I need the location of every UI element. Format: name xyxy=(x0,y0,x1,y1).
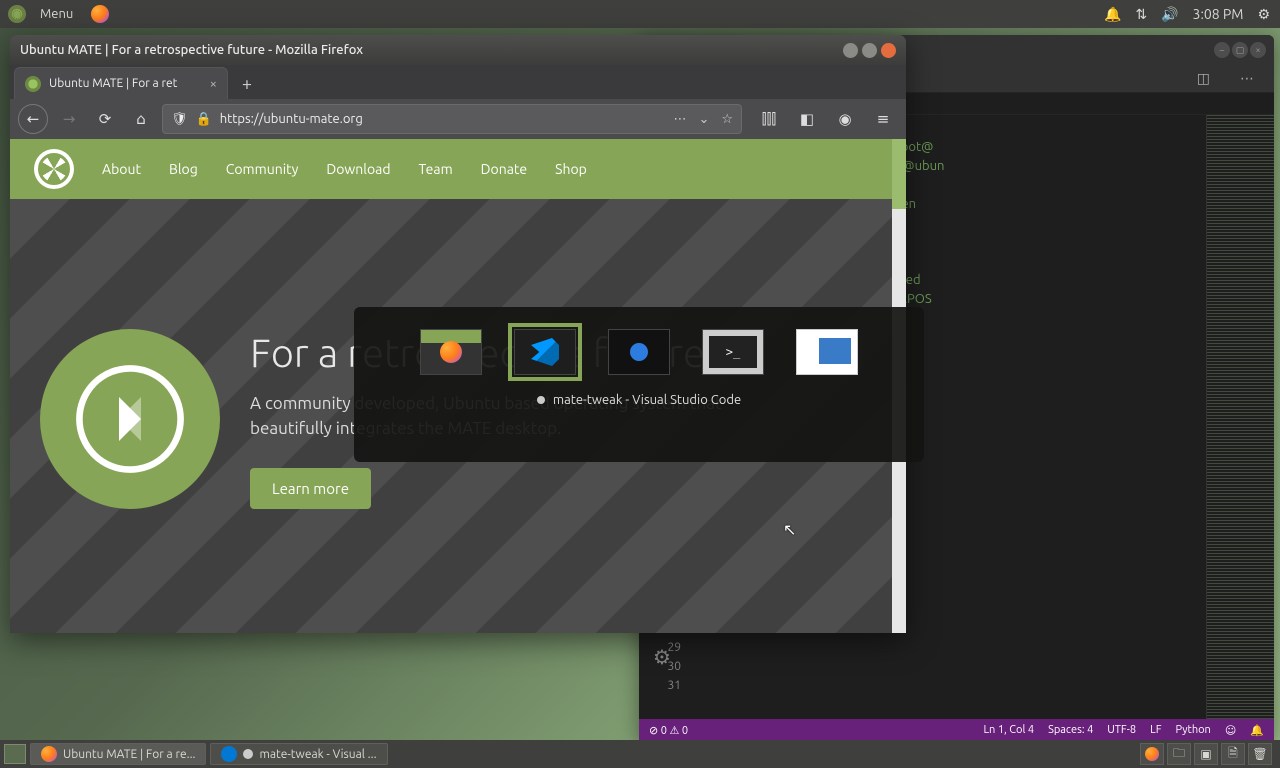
settings-gear-icon[interactable]: ⚙ xyxy=(653,645,671,669)
unsaved-dot-icon xyxy=(243,749,253,759)
clock[interactable]: 3:08 PM xyxy=(1193,6,1244,22)
lock-icon[interactable]: 🔒 xyxy=(196,112,212,127)
maximize-button[interactable] xyxy=(862,43,877,58)
bookmark-star-icon[interactable]: ☆ xyxy=(721,112,733,127)
tray-files-icon[interactable]: 🗀 xyxy=(1167,743,1191,765)
scroll-thumb[interactable] xyxy=(892,139,906,209)
top-panel: ◌ Menu 🔔 ⇅ 🔊 3:08 PM ⚙ xyxy=(0,0,1280,28)
url-text: https://ubuntu-mate.org xyxy=(220,112,363,126)
browser-tab[interactable]: Ubuntu MATE | For a ret × xyxy=(14,67,228,99)
firefox-titlebar[interactable]: Ubuntu MATE | For a retrospective future… xyxy=(10,35,906,65)
switcher-item-firefox[interactable] xyxy=(420,329,482,375)
new-tab-button[interactable]: + xyxy=(232,69,262,99)
nav-link[interactable]: Donate xyxy=(481,161,527,177)
pocket-icon[interactable]: ⌄ xyxy=(698,112,709,127)
forward-button: → xyxy=(54,104,84,134)
vscode-statusbar: ⊘ 0 ⚠ 0 Ln 1, Col 4 Spaces: 4 UTF-8 LF P… xyxy=(639,719,1274,741)
system-tray: 🔔 ⇅ 🔊 3:08 PM ⚙ xyxy=(1104,6,1280,23)
url-bar[interactable]: 🛡 🔒 https://ubuntu-mate.org ⋯ ⌄ ☆ xyxy=(162,104,742,134)
switcher-item-vscode[interactable] xyxy=(514,329,576,375)
close-button[interactable] xyxy=(881,43,896,58)
nav-link[interactable]: Shop xyxy=(555,161,587,177)
reload-button[interactable]: ⟳ xyxy=(90,104,120,134)
firefox-launcher-icon[interactable] xyxy=(91,5,109,23)
more-icon[interactable]: ⋯ xyxy=(1232,70,1262,87)
maximize-button[interactable]: ▢ xyxy=(1232,42,1248,58)
tray-doc-icon[interactable]: 🗎 xyxy=(1221,743,1245,765)
close-button[interactable]: × xyxy=(1250,42,1266,58)
hamburger-menu-icon[interactable]: ≡ xyxy=(868,104,898,134)
network-icon[interactable]: ⇅ xyxy=(1135,6,1147,23)
library-icon[interactable]: ⫿⫿⫿ xyxy=(754,104,784,134)
alt-tab-switcher: mate-tweak - Visual Studio Code xyxy=(354,307,924,462)
favicon-icon xyxy=(25,76,41,92)
hero-logo-icon xyxy=(40,329,220,509)
status-bell-icon[interactable]: 🔔 xyxy=(1250,724,1264,737)
firefox-icon xyxy=(41,746,57,762)
menu-button[interactable]: Menu xyxy=(32,7,81,21)
task-label: Ubuntu MATE | For a re... xyxy=(63,748,195,761)
nav-link[interactable]: Community xyxy=(226,161,299,177)
status-lncol[interactable]: Ln 1, Col 4 xyxy=(983,724,1034,737)
workspace-dot-icon xyxy=(537,396,545,404)
site-header: About Blog Community Download Team Donate Shop xyxy=(10,139,892,199)
power-icon[interactable]: ⚙ xyxy=(1257,6,1270,23)
tab-strip: Ubuntu MATE | For a ret × + xyxy=(10,65,906,99)
window-title: Ubuntu MATE | For a retrospective future… xyxy=(20,43,363,57)
status-encoding[interactable]: UTF-8 xyxy=(1107,724,1136,737)
split-editor-icon[interactable]: ◫ xyxy=(1189,70,1218,87)
tray-terminal-icon[interactable]: ▣ xyxy=(1194,743,1218,765)
nav-toolbar: ← → ⟳ ⌂ 🛡 🔒 https://ubuntu-mate.org ⋯ ⌄ … xyxy=(10,99,906,139)
taskbar-item-firefox[interactable]: Ubuntu MATE | For a re... xyxy=(30,743,206,765)
switcher-item-terminal[interactable] xyxy=(702,329,764,375)
home-button[interactable]: ⌂ xyxy=(126,104,156,134)
back-button[interactable]: ← xyxy=(18,104,48,134)
taskbar-item-vscode[interactable]: mate-tweak - Visual ... xyxy=(210,743,387,765)
nav-link[interactable]: Download xyxy=(326,161,390,177)
account-icon[interactable]: ◉ xyxy=(830,104,860,134)
switcher-item-writer[interactable] xyxy=(796,329,858,375)
switcher-label: mate-tweak - Visual Studio Code xyxy=(537,393,741,407)
tray-trash-icon[interactable]: 🗑 xyxy=(1248,743,1272,765)
show-desktop-button[interactable] xyxy=(4,744,26,764)
task-label: mate-tweak - Visual ... xyxy=(259,748,376,761)
minimize-button[interactable]: – xyxy=(1214,42,1230,58)
notifications-icon[interactable]: 🔔 xyxy=(1104,6,1121,23)
site-nav: About Blog Community Download Team Donate Shop xyxy=(102,161,587,177)
page-actions-icon[interactable]: ⋯ xyxy=(673,112,686,127)
sidebar-icon[interactable]: ◧ xyxy=(792,104,822,134)
nav-link[interactable]: Blog xyxy=(169,161,198,177)
mate-menu-icon[interactable]: ◌ xyxy=(8,5,26,23)
bottom-panel: Ubuntu MATE | For a re... mate-tweak - V… xyxy=(0,740,1280,768)
minimize-button[interactable] xyxy=(843,43,858,58)
status-eol[interactable]: LF xyxy=(1150,724,1161,737)
close-tab-icon[interactable]: × xyxy=(210,77,217,91)
shield-icon[interactable]: 🛡 xyxy=(171,112,188,127)
switcher-label-text: mate-tweak - Visual Studio Code xyxy=(553,393,741,407)
site-logo-icon[interactable] xyxy=(34,149,74,189)
status-feedback-icon[interactable]: ☺ xyxy=(1225,724,1236,737)
nav-link[interactable]: Team xyxy=(419,161,453,177)
status-errors[interactable]: ⊘ 0 ⚠ 0 xyxy=(649,724,688,737)
tray-firefox-icon[interactable] xyxy=(1140,743,1164,765)
nav-link[interactable]: About xyxy=(102,161,141,177)
tab-title: Ubuntu MATE | For a ret xyxy=(49,77,177,90)
volume-icon[interactable]: 🔊 xyxy=(1161,6,1178,23)
bottom-tray: 🗀 ▣ 🗎 🗑 xyxy=(1140,743,1276,765)
vscode-icon xyxy=(221,746,237,762)
minimap[interactable] xyxy=(1206,115,1274,719)
status-spaces[interactable]: Spaces: 4 xyxy=(1048,724,1093,737)
status-lang[interactable]: Python xyxy=(1176,724,1211,737)
switcher-item-video[interactable] xyxy=(608,329,670,375)
mouse-cursor-icon: ↖ xyxy=(783,520,796,539)
learn-more-button[interactable]: Learn more xyxy=(250,468,371,509)
